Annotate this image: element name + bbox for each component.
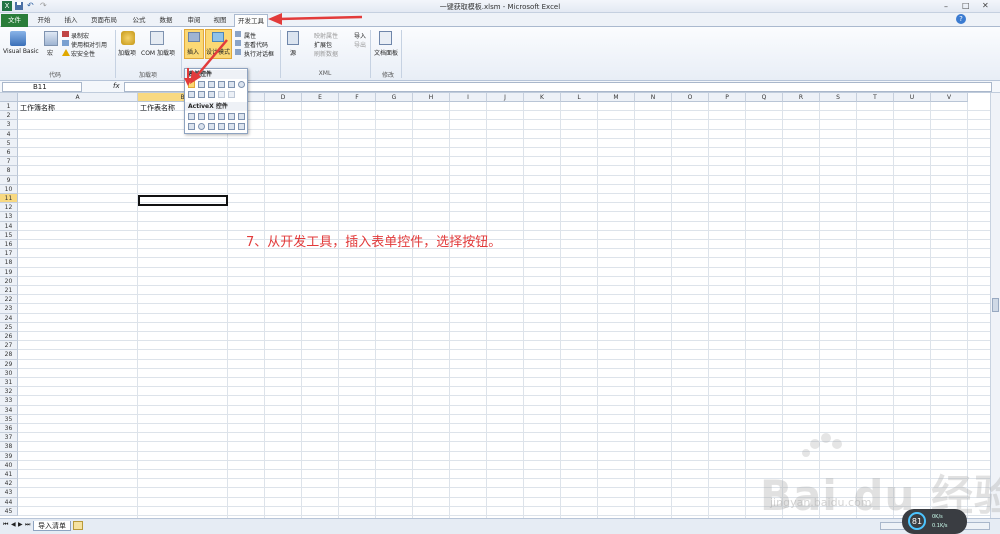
sheet-tab-bar: ⏮ ◀ ▶ ⏭ 导入清单 (0, 518, 1000, 534)
sheet-tab-import-list[interactable]: 导入清单 (33, 521, 71, 531)
watermark-url: jingyan.baidu.com (770, 496, 872, 509)
cpu-gauge: 81 (908, 512, 926, 530)
gauge-value: 81 (911, 517, 923, 526)
sheet-nav-first-icon[interactable]: ⏮ (3, 521, 8, 529)
network-speed-widget: 81 0K/s 0.1K/s (902, 509, 967, 534)
arrow-annotation (184, 13, 363, 86)
sheet-nav-prev-icon[interactable]: ◀ (11, 521, 16, 528)
download-speed: 0.1K/s (932, 523, 948, 529)
new-sheet-icon[interactable] (73, 521, 83, 530)
sheet-nav-next-icon[interactable]: ▶ (18, 521, 23, 528)
sheet-nav-last-icon[interactable]: ⏭ (25, 521, 30, 529)
instruction-text: 7、从开发工具，插入表单控件，选择按钮。 (246, 235, 502, 250)
upload-speed: 0K/s (932, 514, 943, 520)
